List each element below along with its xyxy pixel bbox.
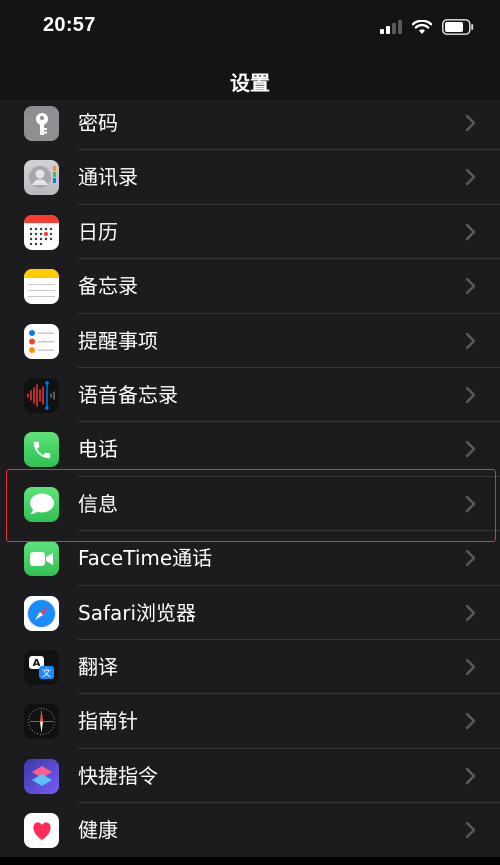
facetime-icon	[24, 541, 59, 577]
row-label: 备忘录	[78, 274, 138, 299]
battery-icon	[442, 19, 474, 35]
notes-icon	[24, 269, 59, 305]
row-label: 指南针	[78, 709, 138, 734]
status-time: 20:57	[43, 14, 96, 36]
settings-row-shortcuts[interactable]: 快捷指令	[0, 749, 500, 804]
svg-text:A: A	[33, 658, 41, 669]
chevron-right-icon	[465, 223, 476, 240]
chevron-right-icon	[465, 277, 476, 295]
settings-row-health[interactable]: 健康	[0, 803, 500, 857]
settings-row-notes[interactable]: 备忘录	[0, 259, 500, 314]
voice-memos-icon	[24, 377, 59, 413]
chevron-right-icon	[465, 386, 476, 404]
page-title: 设置	[230, 71, 270, 95]
settings-row-voice-memos[interactable]: 语音备忘录	[0, 368, 500, 423]
status-bar: 20:57	[0, 0, 500, 56]
row-label: 提醒事项	[78, 328, 158, 353]
shortcuts-icon	[24, 758, 59, 794]
row-label: 翻译	[78, 654, 118, 679]
row-label: 通讯录	[78, 165, 138, 190]
settings-row-reminders[interactable]: 提醒事项	[0, 314, 500, 368]
health-icon	[24, 813, 59, 849]
calendar-icon	[24, 214, 59, 250]
phone-icon	[24, 432, 59, 468]
settings-row-compass[interactable]: 指南针	[0, 694, 500, 749]
bottom-edge	[0, 857, 500, 865]
settings-row-safari[interactable]: Safari浏览器	[0, 586, 500, 640]
row-label: 密码	[78, 111, 118, 135]
chevron-right-icon	[465, 713, 476, 730]
row-label: 语音备忘录	[78, 382, 178, 407]
settings-row-calendar[interactable]: 日历	[0, 205, 500, 260]
row-label: 健康	[78, 818, 118, 843]
status-icons	[380, 17, 474, 37]
chevron-right-icon	[465, 114, 476, 132]
safari-icon	[24, 595, 59, 631]
chevron-right-icon	[465, 821, 476, 839]
cellular-signal-icon	[380, 20, 402, 34]
chevron-right-icon	[465, 767, 476, 784]
compass-icon	[24, 704, 59, 740]
chevron-right-icon	[465, 332, 476, 349]
row-label: 日历	[78, 219, 118, 244]
settings-row-translate[interactable]: A 文 翻译	[0, 640, 500, 695]
chevron-right-icon	[465, 658, 476, 676]
reminders-icon	[24, 323, 59, 359]
chevron-right-icon	[465, 169, 476, 186]
settings-row-contacts[interactable]: 通讯录	[0, 150, 500, 205]
chevron-right-icon	[465, 549, 476, 567]
svg-text:文: 文	[42, 667, 51, 679]
chevron-right-icon	[465, 604, 476, 621]
key-icon	[24, 106, 59, 141]
row-label: 快捷指令	[78, 763, 158, 788]
settings-row-passwords[interactable]: 密码	[0, 100, 500, 151]
row-label: Safari浏览器	[78, 600, 197, 625]
chevron-right-icon	[465, 441, 476, 458]
wifi-icon	[412, 19, 432, 34]
translate-icon: A 文	[24, 649, 59, 685]
contacts-icon	[24, 160, 59, 196]
highlight-box	[6, 469, 496, 542]
